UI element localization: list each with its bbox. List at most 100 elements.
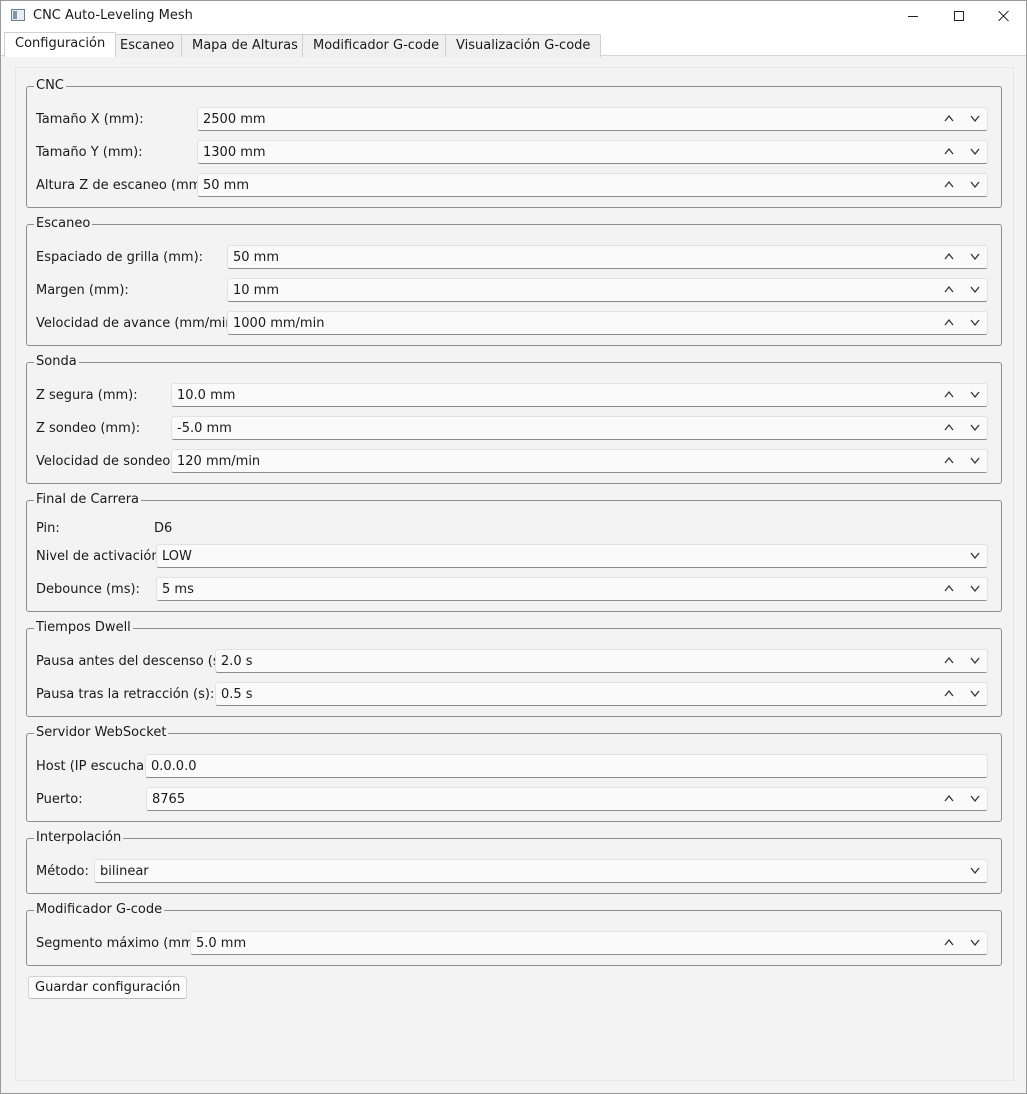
maximize-icon <box>954 11 964 21</box>
chevron-up-icon[interactable] <box>944 252 954 261</box>
feed-rate-value: 1000 mm/min <box>233 316 325 331</box>
probe-z-spinbox[interactable]: -5.0 mm <box>171 416 988 440</box>
title-bar: CNC Auto-Leveling Mesh <box>1 1 1026 31</box>
scan-z-spinbox[interactable]: 50 mm <box>197 173 988 197</box>
size-x-value: 2500 mm <box>203 112 266 127</box>
pause-after-label: Pausa tras la retracción (s): <box>36 687 215 702</box>
group-title: Escaneo <box>34 216 93 231</box>
margin-label: Margen (mm): <box>36 283 129 298</box>
pause-after-spinbox[interactable]: 0.5 s <box>215 682 988 706</box>
chevron-down-icon[interactable] <box>970 318 980 327</box>
safe-z-spinbox[interactable]: 10.0 mm <box>171 383 988 407</box>
probe-speed-label: Velocidad de sondeo: <box>36 454 175 469</box>
grid-spacing-spinbox[interactable]: 50 mm <box>227 245 988 269</box>
method-select[interactable]: bilinear <box>94 859 988 883</box>
minimize-icon <box>908 15 918 17</box>
close-button[interactable] <box>981 1 1027 31</box>
chevron-up-icon[interactable] <box>944 689 954 698</box>
tab-escaneo[interactable]: Escaneo <box>109 34 186 57</box>
size-x-label: Tamaño X (mm): <box>36 112 144 127</box>
tab-visualizacion-gcode[interactable]: Visualización G-code <box>445 34 602 57</box>
margin-spinbox[interactable]: 10 mm <box>227 278 988 302</box>
app-window: CNC Auto-Leveling Mesh Configuración Esc… <box>0 0 1027 1094</box>
chevron-up-icon[interactable] <box>944 794 954 803</box>
chevron-down-icon[interactable] <box>970 252 980 261</box>
pin-label: Pin: <box>36 521 60 536</box>
probe-speed-value: 120 mm/min <box>177 454 261 469</box>
chevron-up-icon[interactable] <box>944 180 954 189</box>
chevron-down-icon[interactable] <box>970 180 980 189</box>
group-title: Tiempos Dwell <box>34 620 133 635</box>
activation-level-select[interactable]: LOW <box>156 544 988 568</box>
pause-before-spinbox[interactable]: 2.0 s <box>215 649 988 673</box>
max-segment-label: Segmento máximo (mm): <box>36 936 204 951</box>
feed-rate-label: Velocidad de avance (mm/min): <box>36 316 244 331</box>
grid-spacing-value: 50 mm <box>233 250 280 265</box>
tab-mapa-alturas[interactable]: Mapa de Alturas <box>181 34 309 57</box>
chevron-down-icon[interactable] <box>970 938 980 947</box>
chevron-up-icon[interactable] <box>944 938 954 947</box>
debounce-label: Debounce (ms): <box>36 582 140 597</box>
port-spinbox[interactable]: 8765 <box>146 787 988 811</box>
chevron-up-icon[interactable] <box>944 390 954 399</box>
feed-rate-spinbox[interactable]: 1000 mm/min <box>227 311 988 335</box>
scan-z-value: 50 mm <box>203 178 250 193</box>
window-title: CNC Auto-Leveling Mesh <box>33 8 193 23</box>
chevron-down-icon[interactable] <box>970 689 980 698</box>
pause-after-value: 0.5 s <box>221 687 253 702</box>
chevron-down-icon[interactable] <box>970 656 980 665</box>
port-label: Puerto: <box>36 792 83 807</box>
chevron-down-icon[interactable] <box>970 794 980 803</box>
chevron-up-icon[interactable] <box>944 656 954 665</box>
size-x-spinbox[interactable]: 2500 mm <box>197 107 988 131</box>
chevron-down-icon[interactable] <box>970 114 980 123</box>
app-icon <box>11 9 25 21</box>
max-segment-spinbox[interactable]: 5.0 mm <box>190 931 988 955</box>
chevron-up-icon[interactable] <box>944 147 954 156</box>
chevron-down-icon[interactable] <box>970 551 980 560</box>
pause-before-label: Pausa antes del descenso (s): <box>36 654 230 669</box>
group-title: Modificador G-code <box>34 902 165 917</box>
chevron-down-icon[interactable] <box>970 390 980 399</box>
chevron-down-icon[interactable] <box>970 147 980 156</box>
chevron-up-icon[interactable] <box>944 456 954 465</box>
probe-speed-spinbox[interactable]: 120 mm/min <box>171 449 988 473</box>
size-y-value: 1300 mm <box>203 145 266 160</box>
margin-value: 10 mm <box>233 283 280 298</box>
method-value: bilinear <box>100 864 149 879</box>
probe-z-label: Z sondeo (mm): <box>36 421 141 436</box>
host-label: Host (IP escucha): <box>36 759 154 774</box>
scan-z-label: Altura Z de escaneo (mm): <box>36 178 211 193</box>
group-title: CNC <box>34 78 66 93</box>
chevron-down-icon[interactable] <box>970 866 980 875</box>
size-y-spinbox[interactable]: 1300 mm <box>197 140 988 164</box>
size-y-label: Tamaño Y (mm): <box>36 145 143 160</box>
debounce-value: 5 ms <box>162 582 194 597</box>
group-title: Final de Carrera <box>34 492 142 507</box>
probe-z-value: -5.0 mm <box>177 421 232 436</box>
chevron-up-icon[interactable] <box>944 114 954 123</box>
chevron-up-icon[interactable] <box>944 423 954 432</box>
chevron-down-icon[interactable] <box>970 456 980 465</box>
host-value: 0.0.0.0 <box>151 759 197 774</box>
host-input[interactable]: 0.0.0.0 <box>145 754 988 778</box>
safe-z-value: 10.0 mm <box>177 388 236 403</box>
tab-configuracion[interactable]: Configuración <box>4 32 117 57</box>
chevron-up-icon[interactable] <box>944 318 954 327</box>
activation-level-label: Nivel de activación: <box>36 549 164 564</box>
minimize-button[interactable] <box>890 1 936 31</box>
chevron-down-icon[interactable] <box>970 423 980 432</box>
tab-modificador-gcode[interactable]: Modificador G-code <box>302 34 451 57</box>
chevron-up-icon[interactable] <box>944 584 954 593</box>
chevron-down-icon[interactable] <box>970 584 980 593</box>
chevron-up-icon[interactable] <box>944 285 954 294</box>
save-config-button[interactable]: Guardar configuración <box>28 976 188 999</box>
pin-value: D6 <box>154 521 173 536</box>
debounce-spinbox[interactable]: 5 ms <box>156 577 988 601</box>
chevron-down-icon[interactable] <box>970 285 980 294</box>
tab-bar: Configuración Escaneo Mapa de Alturas Mo… <box>1 31 1026 57</box>
activation-level-value: LOW <box>162 549 192 564</box>
maximize-button[interactable] <box>936 1 982 31</box>
pause-before-value: 2.0 s <box>221 654 253 669</box>
max-segment-value: 5.0 mm <box>196 936 247 951</box>
